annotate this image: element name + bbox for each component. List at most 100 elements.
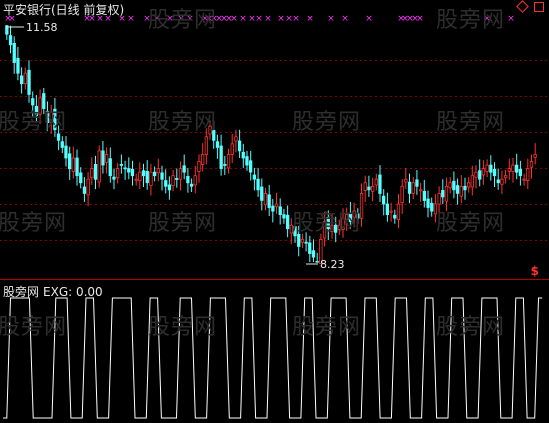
- signal-marker: ×: [230, 14, 238, 24]
- candle: [93, 155, 98, 190]
- candle-body: [385, 203, 390, 216]
- signal-marker: ×: [239, 14, 247, 24]
- candle: [407, 173, 412, 204]
- candle: [489, 155, 493, 181]
- candle: [444, 177, 449, 212]
- candle-body: [422, 190, 427, 201]
- candle: [252, 167, 257, 191]
- candle-body: [68, 153, 72, 170]
- candle-body: [108, 158, 112, 177]
- candle: [455, 178, 460, 205]
- candle: [308, 235, 312, 262]
- candle: [337, 219, 342, 236]
- candle: [34, 95, 39, 123]
- candle-body: [23, 72, 28, 85]
- candle: [381, 189, 386, 216]
- candle: [478, 159, 482, 187]
- candle: [12, 36, 16, 74]
- min-price-label: 8.23: [320, 258, 345, 271]
- candle-body: [93, 163, 98, 180]
- candle-body: [374, 178, 378, 186]
- candle: [45, 101, 50, 132]
- signal-marker: ×: [327, 14, 335, 24]
- candle: [212, 120, 216, 149]
- candle: [452, 171, 456, 199]
- candle-body: [197, 161, 201, 172]
- candle: [42, 88, 46, 115]
- candle-body: [271, 205, 275, 212]
- candle-body: [452, 180, 456, 191]
- candle-body: [481, 168, 486, 176]
- signal-marker: ×: [177, 14, 185, 24]
- candle: [341, 208, 345, 238]
- candle: [167, 176, 172, 200]
- signal-marker: ×: [483, 14, 491, 24]
- candle: [105, 147, 109, 174]
- candle: [297, 225, 301, 257]
- signal-marker: ×: [416, 14, 424, 24]
- candle: [175, 168, 179, 188]
- candle-body: [182, 165, 186, 173]
- candle: [274, 192, 279, 214]
- candle: [503, 170, 508, 184]
- candle: [82, 177, 87, 202]
- candle: [370, 177, 375, 202]
- candle-body: [189, 183, 194, 187]
- candle: [245, 150, 249, 171]
- candle: [459, 175, 463, 204]
- candle: [463, 177, 467, 200]
- candle: [119, 154, 123, 174]
- candle-body: [208, 125, 212, 135]
- chart-title: 平安银行(日线 前复权): [3, 3, 125, 17]
- candle: [49, 104, 53, 134]
- dollar-button[interactable]: $: [531, 264, 539, 278]
- signal-marker: ×: [264, 14, 272, 24]
- candle-body: [474, 171, 478, 178]
- candle-body: [507, 168, 511, 172]
- candle: [130, 160, 135, 186]
- candle: [171, 170, 175, 192]
- candle-body: [79, 172, 83, 184]
- candle-body: [393, 214, 397, 219]
- candle: [470, 165, 475, 196]
- candle-body: [34, 106, 39, 117]
- candle-body: [245, 156, 249, 166]
- candle: [141, 163, 146, 187]
- candle-body: [430, 202, 434, 212]
- candle: [234, 129, 238, 153]
- signal-marker: ×: [507, 14, 515, 24]
- candle-body: [53, 108, 57, 131]
- candle: [90, 157, 94, 185]
- candle-body: [31, 98, 35, 106]
- signal-marker: ×: [365, 14, 373, 24]
- candle: [219, 134, 223, 176]
- candle-body: [407, 181, 412, 194]
- chart-canvas: ×× ×× × × × × × × × × × ××××××× × × × × × × × × × × × ××××× × × 1…: [0, 14, 549, 419]
- candle: [193, 165, 197, 194]
- candle: [278, 198, 282, 225]
- candle-body: [248, 160, 253, 173]
- candle-body: [311, 250, 316, 258]
- candle: [75, 149, 79, 186]
- candle: [134, 173, 138, 186]
- candle: [293, 215, 297, 243]
- candle: [322, 211, 327, 247]
- candle: [385, 192, 390, 222]
- candle-body: [90, 168, 94, 179]
- square-icon[interactable]: [534, 2, 544, 12]
- candle-body: [160, 172, 164, 180]
- candle-body: [256, 178, 260, 191]
- candle: [260, 178, 264, 211]
- candle-body: [367, 186, 371, 191]
- signal-marker: ×: [143, 14, 151, 24]
- candle-body: [45, 110, 50, 124]
- candle: [197, 154, 201, 183]
- candle-body: [341, 217, 345, 230]
- candle: [352, 202, 356, 228]
- candle-body: [75, 157, 79, 177]
- subchart-title: 股旁网: [3, 285, 40, 299]
- candle-body: [426, 198, 430, 208]
- candle-body: [200, 154, 205, 165]
- candle: [68, 146, 72, 180]
- candle-body: [496, 179, 500, 184]
